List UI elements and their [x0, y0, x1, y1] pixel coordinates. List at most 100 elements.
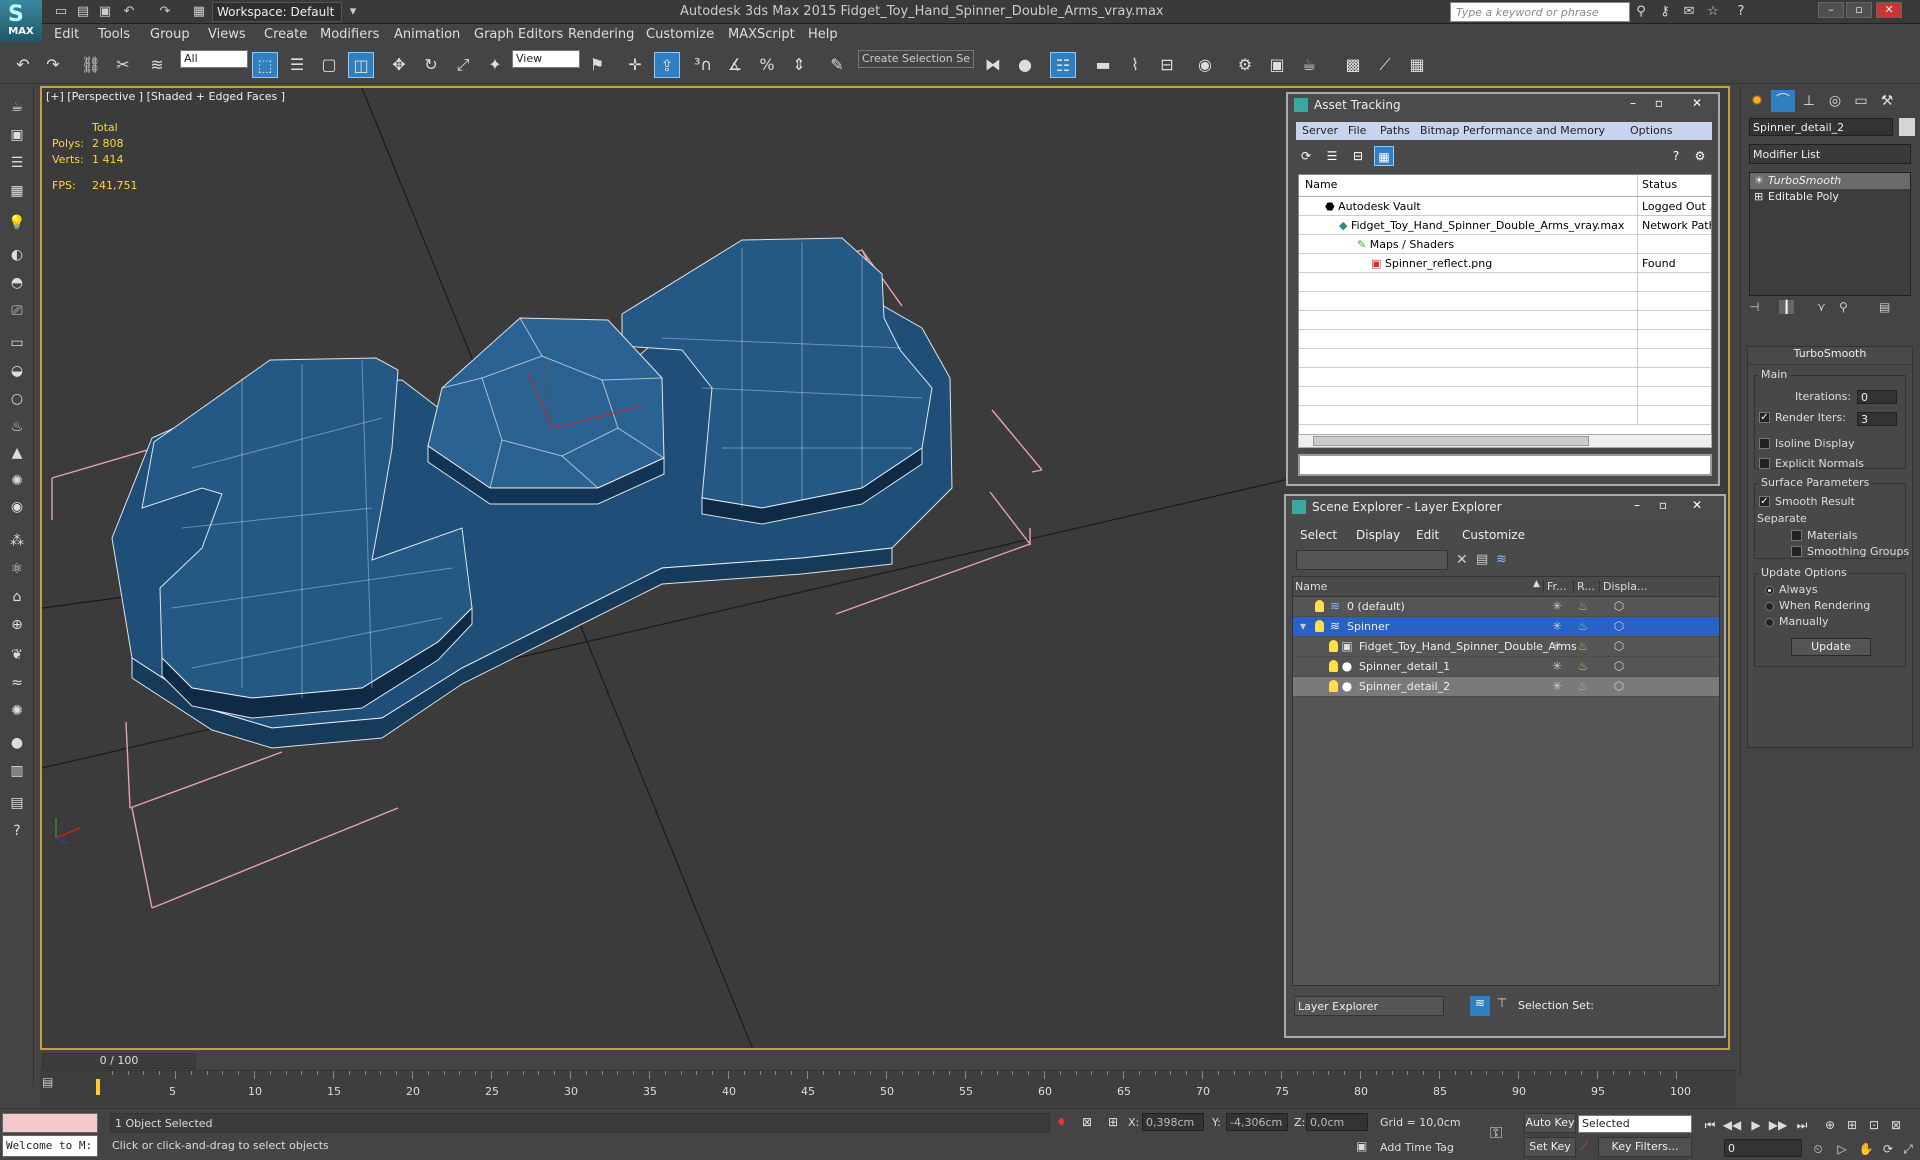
render-frame-icon[interactable]: ▣: [6, 124, 28, 146]
asset-menu-file[interactable]: File: [1348, 124, 1366, 137]
menu-tools[interactable]: Tools: [98, 27, 130, 42]
material-editor-icon[interactable]: ◉: [1192, 52, 1218, 78]
layer-add-icon[interactable]: ≋: [1496, 552, 1507, 567]
motion-tab-icon[interactable]: ◎: [1823, 90, 1847, 112]
menu-create[interactable]: Create: [264, 27, 307, 42]
light-bulb-icon[interactable]: [1315, 620, 1324, 632]
workspace-dropdown[interactable]: Workspace: Default: [212, 2, 342, 22]
render-teapot-icon[interactable]: ♨: [1575, 639, 1591, 653]
asset-menu-options[interactable]: Options: [1630, 124, 1672, 137]
plant-icon[interactable]: ❦: [6, 644, 28, 666]
schematic-view-icon[interactable]: ⊟: [1154, 52, 1180, 78]
freeze-icon[interactable]: ✳: [1549, 679, 1565, 693]
asset-row[interactable]: ▣ Spinner_reflect.png Found: [1299, 254, 1711, 273]
time-tag-icon[interactable]: ▣: [1356, 1139, 1367, 1153]
align-icon[interactable]: ●: [1012, 52, 1038, 78]
disc-icon[interactable]: ◉: [6, 496, 28, 518]
cone-icon[interactable]: ▲: [6, 442, 28, 464]
scene-maximize-button[interactable]: ▫: [1652, 498, 1674, 514]
selection-filter-dropdown[interactable]: All: [180, 50, 248, 68]
show-end-result-icon[interactable]: ┃: [1779, 300, 1795, 314]
play-icon[interactable]: ▶: [1746, 1115, 1766, 1135]
time-slider-thumb[interactable]: 0 / 100: [42, 1053, 196, 1069]
reference-coordinate-dropdown[interactable]: View: [512, 50, 580, 68]
iterations-spinner[interactable]: 0: [1857, 390, 1897, 404]
scene-col-display[interactable]: Displa...: [1599, 580, 1648, 593]
expand-plus-icon[interactable]: ⊞: [1754, 190, 1763, 203]
sphere-white-icon[interactable]: ●: [6, 732, 28, 754]
sphere-icon[interactable]: ○: [6, 388, 28, 410]
dome-icon[interactable]: ◓: [6, 272, 28, 294]
render-teapot-icon[interactable]: ♨: [1575, 659, 1591, 673]
y-coordinate-field[interactable]: -4,306cm: [1226, 1113, 1288, 1131]
when-rendering-radio[interactable]: [1765, 602, 1774, 611]
select-and-place-icon[interactable]: ✦: [482, 52, 508, 78]
track-bar[interactable]: ▤ 5 10 15 20 25 30 35 40 45 50 55 60 65 70 75 80 85 90 95 1…: [40, 1070, 1736, 1106]
zoom-extents-icon[interactable]: ⊡: [1864, 1115, 1884, 1135]
display-box-icon[interactable]: ⬡: [1611, 619, 1627, 633]
close-button[interactable]: ✕: [1876, 2, 1902, 18]
layer-row-default[interactable]: ≋ 0 (default) ✳ ♨ ⬡: [1293, 597, 1719, 617]
pan-view-icon[interactable]: ✋: [1856, 1139, 1876, 1159]
redo-icon[interactable]: ↷: [156, 3, 174, 21]
save-file-icon[interactable]: ▣: [96, 3, 114, 21]
subscription-icon[interactable]: ⚷: [1656, 3, 1674, 21]
smoothing-groups-checkbox[interactable]: [1791, 546, 1802, 557]
explorer-type-dropdown[interactable]: Layer Explorer: [1294, 996, 1444, 1016]
scene-col-freeze[interactable]: Fr...: [1543, 580, 1567, 593]
curve-editor-mini-icon[interactable]: ▤: [42, 1075, 53, 1089]
modify-tab-icon[interactable]: ⌒: [1771, 90, 1795, 112]
field-of-view-icon[interactable]: ▷: [1832, 1139, 1852, 1159]
selection-lock-icon[interactable]: ⊠: [1082, 1115, 1092, 1129]
key-mode-dropdown[interactable]: Selected: [1578, 1115, 1692, 1133]
object-name-field[interactable]: Spinner_detail_2: [1749, 118, 1893, 136]
display-box-icon[interactable]: ⬡: [1611, 679, 1627, 693]
stack-item-editable-poly[interactable]: ⊞ Editable Poly: [1750, 189, 1910, 205]
file-icon[interactable]: ▤: [6, 792, 28, 814]
select-and-scale-icon[interactable]: ⤢: [450, 52, 476, 78]
minimize-button[interactable]: –: [1818, 2, 1844, 18]
time-slider[interactable]: 0 / 100: [42, 1053, 1738, 1069]
freeze-icon[interactable]: ✳: [1549, 599, 1565, 613]
asset-minimize-button[interactable]: –: [1622, 96, 1644, 112]
layer-row-spinner[interactable]: ▾ ≋ Spinner ✳ ♨ ⬡: [1293, 617, 1719, 637]
zoom-icon[interactable]: ⊕: [1820, 1115, 1840, 1135]
scene-col-name[interactable]: Name: [1295, 580, 1327, 593]
asset-settings-icon[interactable]: ⚙: [1690, 146, 1710, 166]
display-box-icon[interactable]: ⬡: [1611, 599, 1627, 613]
scene-col-render[interactable]: R...: [1573, 580, 1595, 593]
bind-space-warp-icon[interactable]: ≋: [144, 52, 170, 78]
render-teapot-icon[interactable]: ♨: [1575, 599, 1591, 613]
make-unique-icon[interactable]: ⋎: [1817, 300, 1826, 314]
freeze-icon[interactable]: ✳: [1549, 639, 1565, 653]
teapot-icon[interactable]: ☕: [6, 96, 28, 118]
menu-group[interactable]: Group: [150, 27, 190, 42]
spinner-model[interactable]: [111, 237, 953, 749]
scene-menu-customize[interactable]: Customize: [1462, 528, 1525, 542]
set-key-button[interactable]: Set Key: [1524, 1137, 1576, 1157]
next-frame-icon[interactable]: ▶▶: [1768, 1115, 1788, 1135]
new-file-icon[interactable]: ▭: [52, 3, 70, 21]
asset-tracking-titlebar[interactable]: Asset Tracking – ▫ ✕: [1288, 94, 1718, 116]
scene-search-input[interactable]: [1296, 550, 1448, 570]
curve-editor-icon[interactable]: ⌇: [1122, 52, 1148, 78]
snaps-toggle-icon[interactable]: ³∩: [690, 52, 716, 78]
maxscript-listener-input[interactable]: Welcome to M:: [2, 1135, 98, 1157]
maximize-viewport-icon[interactable]: ⤢: [1898, 1139, 1918, 1159]
render-iters-checkbox[interactable]: ✓: [1759, 412, 1770, 423]
add-time-tag[interactable]: Add Time Tag: [1380, 1141, 1454, 1154]
angle-snap-icon[interactable]: ∡: [722, 52, 748, 78]
zoom-extents-all-icon[interactable]: ⊠: [1886, 1115, 1906, 1135]
isoline-checkbox[interactable]: [1759, 438, 1770, 449]
select-object-icon[interactable]: ⬚: [252, 52, 278, 78]
refresh-icon[interactable]: ⟳: [1296, 146, 1316, 166]
modifier-list-dropdown[interactable]: Modifier List: [1749, 144, 1911, 164]
menu-graph-editors[interactable]: Graph Editors: [474, 27, 563, 42]
smooth-result-checkbox[interactable]: ✓: [1759, 496, 1770, 507]
named-selection-set-dropdown[interactable]: Create Selection Se: [858, 50, 974, 68]
toggle-icon[interactable]: ◐: [6, 244, 28, 266]
asset-menu-bitmap-performance[interactable]: Bitmap Performance and Memory: [1420, 124, 1605, 137]
spinner-snap-icon[interactable]: ⇕: [786, 52, 812, 78]
rendered-frame-window-icon[interactable]: ▣: [1264, 52, 1290, 78]
box-icon[interactable]: ▭: [6, 332, 28, 354]
